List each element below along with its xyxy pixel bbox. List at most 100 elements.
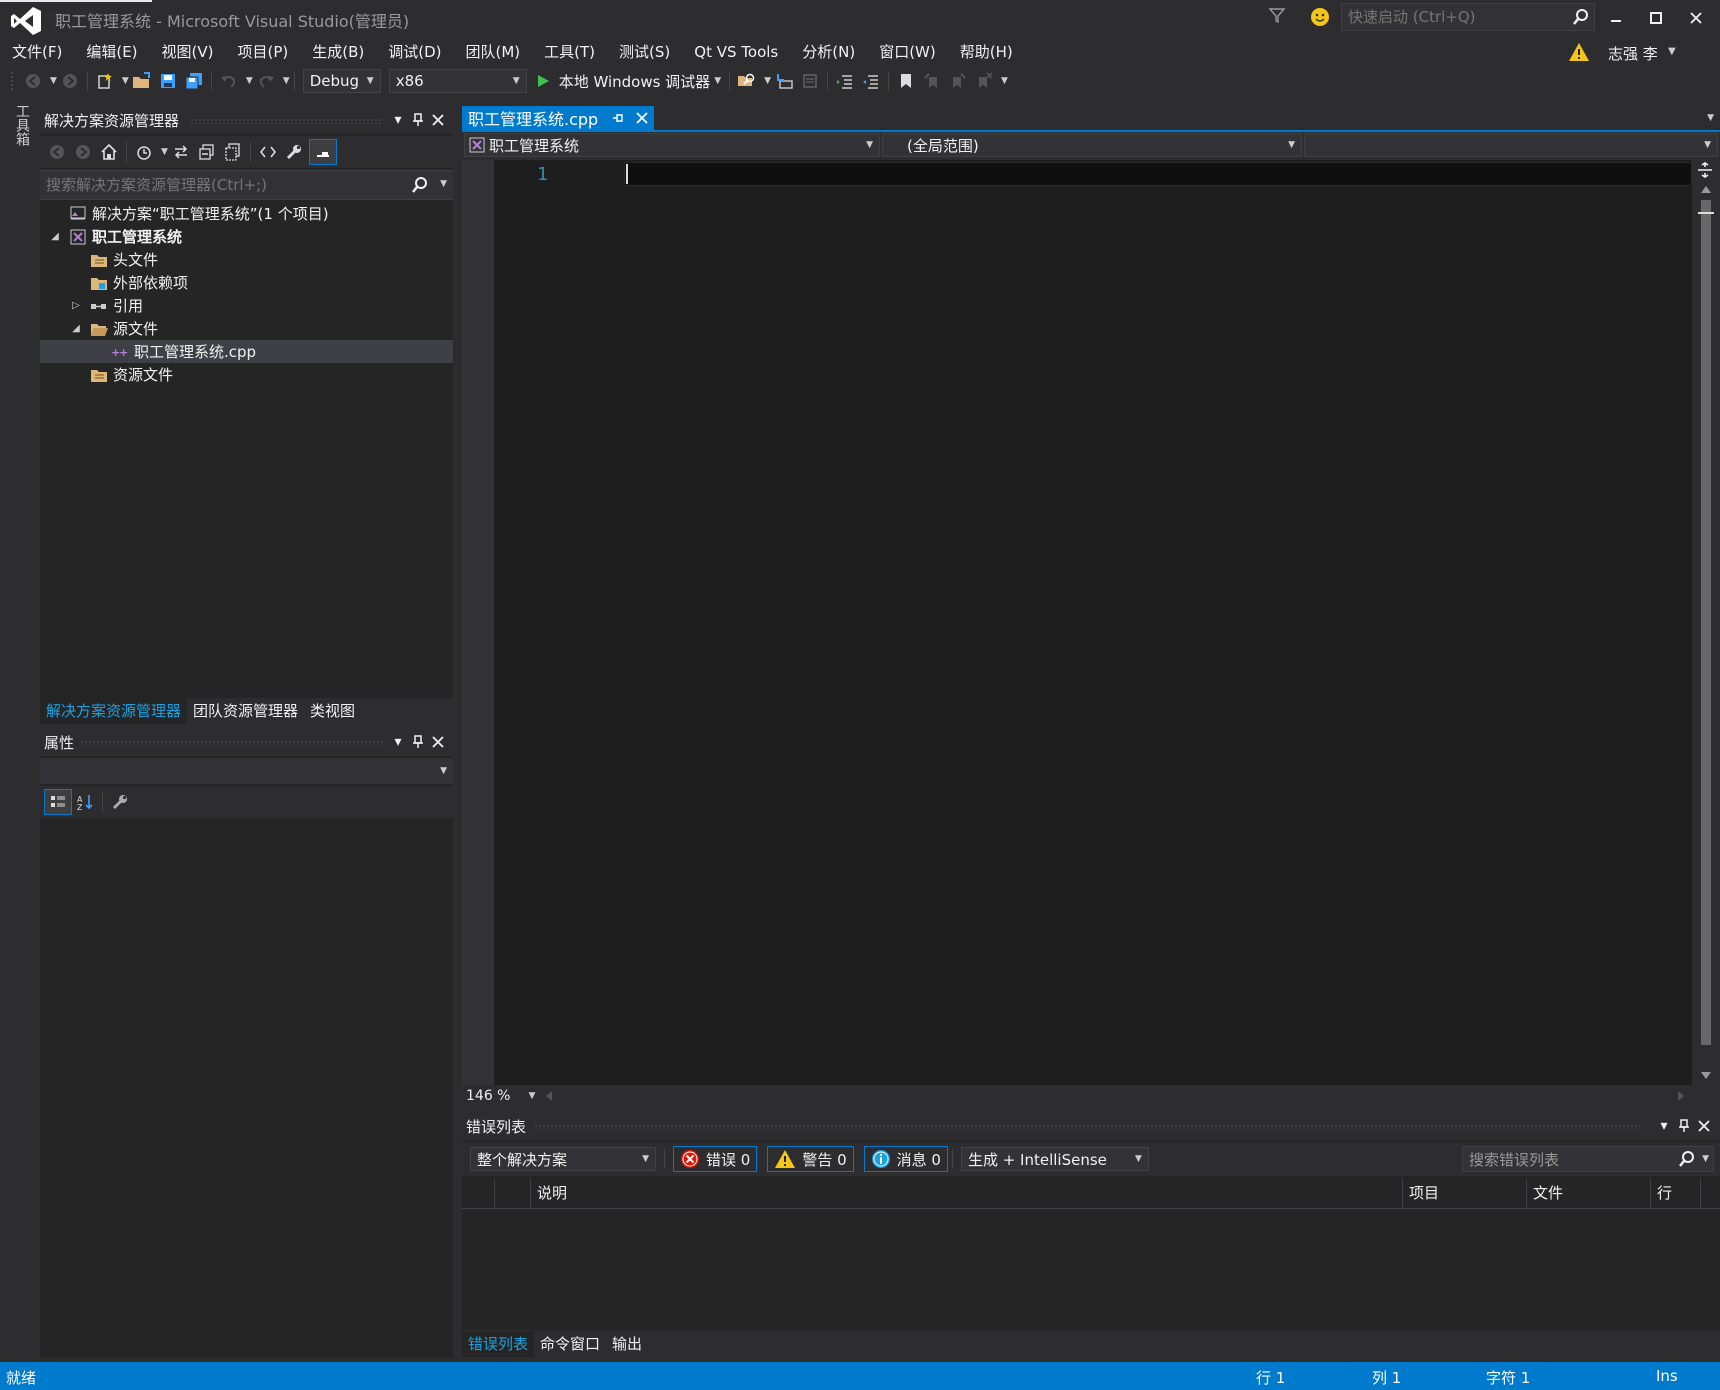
sync-with-document-icon[interactable] (168, 140, 194, 164)
increase-indent-icon[interactable] (858, 69, 884, 93)
menu-test[interactable]: 测试(S) (607, 38, 682, 66)
decrease-indent-icon[interactable] (832, 69, 858, 93)
new-project-icon[interactable] (92, 69, 118, 93)
close-window-button[interactable] (1676, 4, 1716, 32)
chevron-down-icon[interactable]: ▼ (1702, 1154, 1709, 1164)
tree-item[interactable]: 头文件 (40, 248, 453, 271)
chevron-down-icon[interactable]: ▼ (50, 76, 57, 86)
quick-launch-box[interactable] (1341, 3, 1595, 31)
save-all-icon[interactable] (181, 69, 207, 93)
preview-selected-item-icon[interactable] (308, 139, 337, 165)
menu-build[interactable]: 生成(B) (300, 38, 376, 66)
chevron-down-icon[interactable]: ▼ (246, 76, 253, 86)
split-window-icon[interactable] (1696, 162, 1714, 178)
feedback-smiley-icon[interactable] (1310, 7, 1330, 27)
tree-item[interactable]: ▷ 引用 (40, 294, 453, 317)
menu-window[interactable]: 窗口(W) (867, 38, 948, 66)
column-header-file[interactable]: 文件 (1526, 1178, 1650, 1208)
solution-search-box[interactable]: ▼ (40, 170, 453, 200)
column-header-line[interactable]: 行 (1650, 1178, 1700, 1208)
pin-tab-icon[interactable] (612, 112, 624, 124)
scroll-left-arrow[interactable] (546, 1091, 552, 1101)
start-debugging-button[interactable]: 本地 Windows 调试器 ▼ (531, 69, 725, 93)
solution-platform-dropdown[interactable]: x86 ▼ (388, 69, 527, 93)
clear-bookmarks-icon[interactable] (971, 69, 997, 93)
quick-launch-input[interactable] (1342, 4, 1565, 30)
navigate-back-icon[interactable] (20, 69, 46, 93)
close-icon[interactable] (428, 110, 448, 130)
error-search-box[interactable]: 搜索错误列表 ▼ (1462, 1146, 1714, 1172)
tree-item[interactable]: 外部依赖项 (40, 271, 453, 294)
pending-changes-filter-icon[interactable] (131, 140, 157, 164)
menu-view[interactable]: 视图(V) (150, 38, 226, 66)
editor-vertical-scrollbar[interactable] (1692, 160, 1720, 1085)
notification-filter-icon[interactable] (1268, 6, 1286, 24)
solution-explorer-title-bar[interactable]: 解决方案资源管理器 ▾ (40, 106, 453, 134)
warning-notification-icon[interactable] (1568, 42, 1590, 62)
solution-search-input[interactable] (40, 171, 408, 199)
menu-qt-vs-tools[interactable]: Qt VS Tools (682, 38, 790, 66)
chevron-down-icon[interactable]: ▼ (161, 147, 168, 157)
menu-tools[interactable]: 工具(T) (532, 38, 607, 66)
chevron-down-icon[interactable]: ▼ (122, 76, 129, 86)
tree-expander-icon[interactable]: ◢ (69, 323, 83, 334)
home-icon[interactable] (96, 140, 122, 164)
menu-debug[interactable]: 调试(D) (376, 38, 453, 66)
minimize-button[interactable] (1596, 4, 1636, 32)
collapse-all-icon[interactable] (194, 140, 220, 164)
tab-team-explorer[interactable]: 团队资源管理器 (187, 698, 304, 724)
build-filter-dropdown[interactable]: 生成 + IntelliSense ▼ (960, 1147, 1149, 1171)
toolbox-tab[interactable]: 工具箱 (12, 104, 30, 146)
search-icon[interactable] (411, 176, 429, 194)
redo-icon[interactable] (253, 69, 279, 93)
chevron-down-icon[interactable]: ▾ (388, 110, 408, 130)
errors-filter-button[interactable]: 错误 0 (673, 1146, 758, 1172)
pin-icon[interactable] (408, 110, 428, 130)
scope-dropdown[interactable]: (全局范围) ▼ (882, 133, 1302, 157)
categorized-icon[interactable] (44, 789, 72, 815)
scrollbar-thumb[interactable] (1701, 200, 1711, 1045)
tree-expander-icon[interactable]: ▷ (69, 300, 83, 311)
maximize-button[interactable] (1636, 4, 1676, 32)
close-icon[interactable] (1694, 1116, 1714, 1136)
property-pages-wrench-icon[interactable] (107, 790, 133, 814)
warnings-filter-button[interactable]: 警告 0 (767, 1146, 854, 1172)
tree-item[interactable]: ◢ 职工管理系统 (40, 225, 453, 248)
previous-bookmark-icon[interactable] (919, 69, 945, 93)
menu-help[interactable]: 帮助(H) (948, 38, 1025, 66)
step-into-icon[interactable] (771, 69, 797, 93)
chevron-down-icon[interactable]: ▼ (1668, 46, 1676, 57)
error-list-title-bar[interactable]: 错误列表 ▾ (462, 1112, 1720, 1140)
properties-object-dropdown[interactable]: ▼ (40, 758, 453, 784)
document-tab-active[interactable]: 职工管理系统.cpp (462, 106, 655, 130)
zoom-dropdown[interactable]: 146 % ▼ (466, 1087, 536, 1105)
back-icon[interactable] (44, 140, 70, 164)
save-icon[interactable] (155, 69, 181, 93)
tab-class-view[interactable]: 类视图 (304, 698, 361, 724)
tree-item[interactable]: 解决方案“职工管理系统”(1 个项目) (40, 202, 453, 225)
comment-block-icon[interactable] (797, 69, 823, 93)
close-tab-icon[interactable] (636, 112, 648, 124)
column-header-project[interactable]: 项目 (1402, 1178, 1526, 1208)
toolbar-grip[interactable] (10, 71, 14, 91)
tab-command-window[interactable]: 命令窗口 (534, 1331, 606, 1357)
next-bookmark-icon[interactable] (945, 69, 971, 93)
tab-solution-explorer[interactable]: 解决方案资源管理器 (40, 698, 188, 724)
alphabetical-sort-icon[interactable]: AZ (72, 790, 98, 814)
view-code-icon[interactable] (255, 140, 281, 164)
menu-team[interactable]: 团队(M) (454, 38, 533, 66)
forward-icon[interactable] (70, 140, 96, 164)
search-icon[interactable] (1678, 1150, 1696, 1168)
menu-edit[interactable]: 编辑(E) (74, 38, 149, 66)
scroll-down-arrow[interactable] (1701, 1072, 1711, 1079)
find-in-files-icon[interactable] (734, 69, 760, 93)
tree-item[interactable]: ◢ 源文件 (40, 317, 453, 340)
menu-file[interactable]: 文件(F) (0, 38, 74, 66)
solution-configuration-dropdown[interactable]: Debug ▼ (302, 69, 381, 93)
tree-item[interactable]: 资源文件 (40, 363, 453, 386)
pin-icon[interactable] (1674, 1116, 1694, 1136)
project-dropdown[interactable]: 职工管理系统 ▼ (464, 133, 880, 157)
member-dropdown[interactable]: ▼ (1304, 133, 1718, 157)
chevron-down-icon[interactable]: ▼ (764, 76, 771, 86)
user-account-name[interactable]: 志强 李 (1608, 43, 1658, 64)
